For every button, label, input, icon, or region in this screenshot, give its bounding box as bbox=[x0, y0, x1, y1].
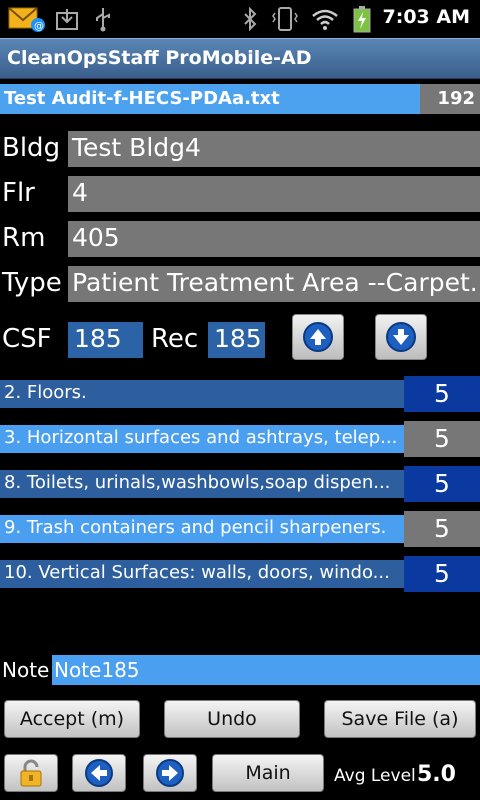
csf-label: CSF bbox=[2, 324, 52, 354]
audit-item[interactable]: 9. Trash containers and pencil sharpener… bbox=[0, 511, 480, 547]
vibrate-icon bbox=[270, 6, 300, 32]
arrow-left-icon bbox=[85, 759, 113, 787]
rec-field[interactable]: 185 bbox=[208, 322, 265, 358]
note-label: Note bbox=[2, 658, 50, 682]
audit-item-label: 9. Trash containers and pencil sharpener… bbox=[4, 517, 387, 538]
rm-label: Rm bbox=[2, 223, 46, 253]
type-field[interactable]: Patient Treatment Area --Carpet... bbox=[68, 266, 480, 302]
audit-item-score[interactable]: 5 bbox=[404, 556, 480, 592]
flr-label: Flr bbox=[2, 178, 35, 208]
accept-button[interactable]: Accept (m) bbox=[4, 700, 140, 738]
wifi-icon bbox=[310, 6, 340, 32]
flr-value: 4 bbox=[72, 178, 88, 207]
note-field[interactable]: Note185 bbox=[52, 655, 480, 685]
arrow-up-icon bbox=[303, 322, 333, 352]
audit-item-score-value: 5 bbox=[434, 424, 450, 453]
type-value: Patient Treatment Area --Carpet... bbox=[72, 268, 480, 297]
svg-text:@: @ bbox=[34, 21, 44, 32]
battery-charging-icon bbox=[352, 6, 372, 33]
audit-item-text: 3. Horizontal surfaces and ashtrays, tel… bbox=[0, 425, 404, 453]
rec-value: 185 bbox=[214, 324, 262, 353]
type-label: Type bbox=[2, 268, 62, 298]
app-title-bar: CleanOpsStaff ProMobile-AD bbox=[0, 38, 480, 79]
record-count: 192 bbox=[420, 84, 480, 114]
audit-item-score-value: 5 bbox=[434, 469, 450, 498]
main-button[interactable]: Main bbox=[212, 754, 324, 792]
arrow-right-icon bbox=[156, 759, 184, 787]
audit-item[interactable]: 2. Floors. 5 bbox=[0, 376, 480, 412]
back-button[interactable] bbox=[72, 754, 126, 792]
clock: 7:03 AM bbox=[382, 6, 471, 28]
audit-item-text: 8. Toilets, urinals,washbowls,soap dispe… bbox=[0, 470, 404, 498]
file-name: Test Audit-f-HECS-PDAa.txt bbox=[4, 88, 280, 109]
app-title: CleanOpsStaff ProMobile-AD bbox=[7, 47, 312, 69]
usb-icon bbox=[92, 6, 114, 32]
bluetooth-icon bbox=[240, 6, 260, 32]
audit-item[interactable]: 8. Toilets, urinals,washbowls,soap dispe… bbox=[0, 466, 480, 502]
audit-item-label: 10. Vertical Surfaces: walls, doors, win… bbox=[4, 562, 390, 583]
rec-label: Rec bbox=[151, 324, 199, 354]
forward-button[interactable] bbox=[143, 754, 197, 792]
rm-value: 405 bbox=[72, 223, 120, 252]
audit-item-score-value: 5 bbox=[434, 514, 450, 543]
email-notification-icon: @ bbox=[8, 6, 46, 32]
audit-item-score-value: 5 bbox=[434, 379, 450, 408]
avg-level-label: Avg Level bbox=[334, 766, 416, 786]
next-record-button[interactable] bbox=[375, 314, 427, 360]
file-bar: Test Audit-f-HECS-PDAa.txt 192 bbox=[0, 84, 480, 114]
rm-field[interactable]: 405 bbox=[68, 221, 480, 257]
previous-record-button[interactable] bbox=[292, 314, 344, 360]
avg-level-value: 5.0 bbox=[417, 762, 456, 787]
audit-item[interactable]: 10. Vertical Surfaces: walls, doors, win… bbox=[0, 556, 480, 592]
undo-button[interactable]: Undo bbox=[164, 700, 300, 738]
save-file-button[interactable]: Save File (a) bbox=[324, 700, 476, 738]
audit-item-text: 9. Trash containers and pencil sharpener… bbox=[0, 515, 404, 543]
bldg-label: Bldg bbox=[2, 133, 61, 163]
audit-item-score[interactable]: 5 bbox=[404, 376, 480, 412]
audit-item-score[interactable]: 5 bbox=[404, 466, 480, 502]
file-name-field[interactable]: Test Audit-f-HECS-PDAa.txt bbox=[0, 84, 420, 114]
download-icon bbox=[54, 6, 80, 32]
csf-field[interactable]: 185 bbox=[68, 322, 143, 358]
csf-value: 185 bbox=[74, 324, 122, 353]
audit-item-label: 2. Floors. bbox=[4, 382, 87, 403]
arrow-down-icon bbox=[386, 322, 416, 352]
audit-item[interactable]: 3. Horizontal surfaces and ashtrays, tel… bbox=[0, 421, 480, 457]
lock-button[interactable] bbox=[4, 754, 58, 792]
bldg-field[interactable]: Test Bldg4 bbox=[68, 131, 480, 167]
audit-item-text: 10. Vertical Surfaces: walls, doors, win… bbox=[0, 560, 404, 588]
audit-item-label: 8. Toilets, urinals,washbowls,soap dispe… bbox=[4, 472, 391, 493]
audit-item-score[interactable]: 5 bbox=[404, 511, 480, 547]
flr-field[interactable]: 4 bbox=[68, 176, 480, 212]
audit-item-text: 2. Floors. bbox=[0, 380, 404, 408]
audit-item-score[interactable]: 5 bbox=[404, 421, 480, 457]
status-bar: @ 7:03 AM bbox=[0, 0, 480, 38]
record-count-value: 192 bbox=[437, 88, 475, 109]
note-value: Note185 bbox=[54, 658, 140, 682]
audit-item-score-value: 5 bbox=[434, 559, 450, 588]
unlock-icon bbox=[20, 759, 42, 787]
bldg-value: Test Bldg4 bbox=[72, 133, 201, 162]
audit-item-label: 3. Horizontal surfaces and ashtrays, tel… bbox=[4, 427, 398, 448]
